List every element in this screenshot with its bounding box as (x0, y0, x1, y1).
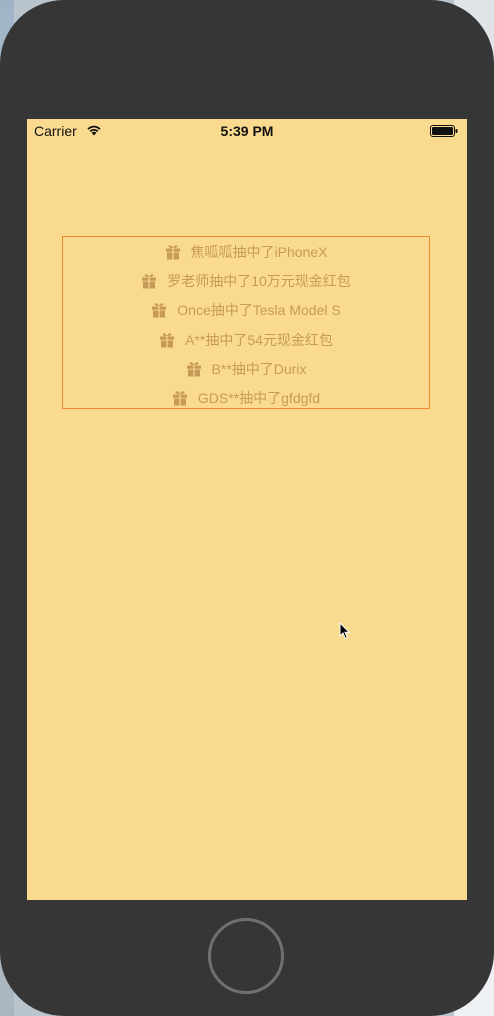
prize-list: 焦呱呱抽中了iPhoneX 罗老师抽中了10万元现金红包 Once抽中了Tesl… (63, 237, 429, 413)
prize-text: GDS**抽中了gfdgfd (197, 390, 321, 407)
prize-item: 焦呱呱抽中了iPhoneX (63, 237, 429, 266)
gift-icon (165, 244, 180, 260)
prize-item: B**抽中了Durix (63, 354, 429, 383)
status-bar: Carrier 5:39 PM (27, 119, 467, 143)
prize-text: 焦呱呱抽中了iPhoneX (190, 243, 328, 260)
prize-marquee: 焦呱呱抽中了iPhoneX 罗老师抽中了10万元现金红包 Once抽中了Tesl… (62, 236, 430, 409)
app-screen: Carrier 5:39 PM 焦呱呱抽中了iPhoneX 罗老师抽中了10万元… (27, 119, 467, 900)
gift-icon (186, 362, 201, 377)
prize-item: 罗老师抽中了10万元现金红包 (63, 266, 429, 295)
mouse-cursor-icon (339, 622, 351, 640)
prize-item: A**抽中了54元现金红包 (63, 325, 429, 354)
gift-icon (152, 303, 167, 318)
prize-text: A**抽中了54元现金红包 (185, 331, 333, 348)
gift-icon (172, 391, 187, 406)
gift-icon (160, 332, 175, 348)
prize-text: Once抽中了Tesla Model S (177, 302, 341, 319)
prize-item: GDS**抽中了gfdgfd (63, 383, 429, 412)
prize-text: B**抽中了Durix (211, 360, 307, 377)
status-time: 5:39 PM (220, 123, 274, 139)
gift-icon (142, 274, 157, 289)
simulator-device-frame: Carrier 5:39 PM 焦呱呱抽中了iPhoneX 罗老师抽中了10万元… (0, 0, 494, 1016)
home-button[interactable] (208, 918, 284, 994)
prize-text: 罗老师抽中了10万元现金红包 (167, 272, 351, 289)
battery-icon (430, 125, 458, 137)
prize-item: Once抽中了Tesla Model S (63, 296, 429, 325)
